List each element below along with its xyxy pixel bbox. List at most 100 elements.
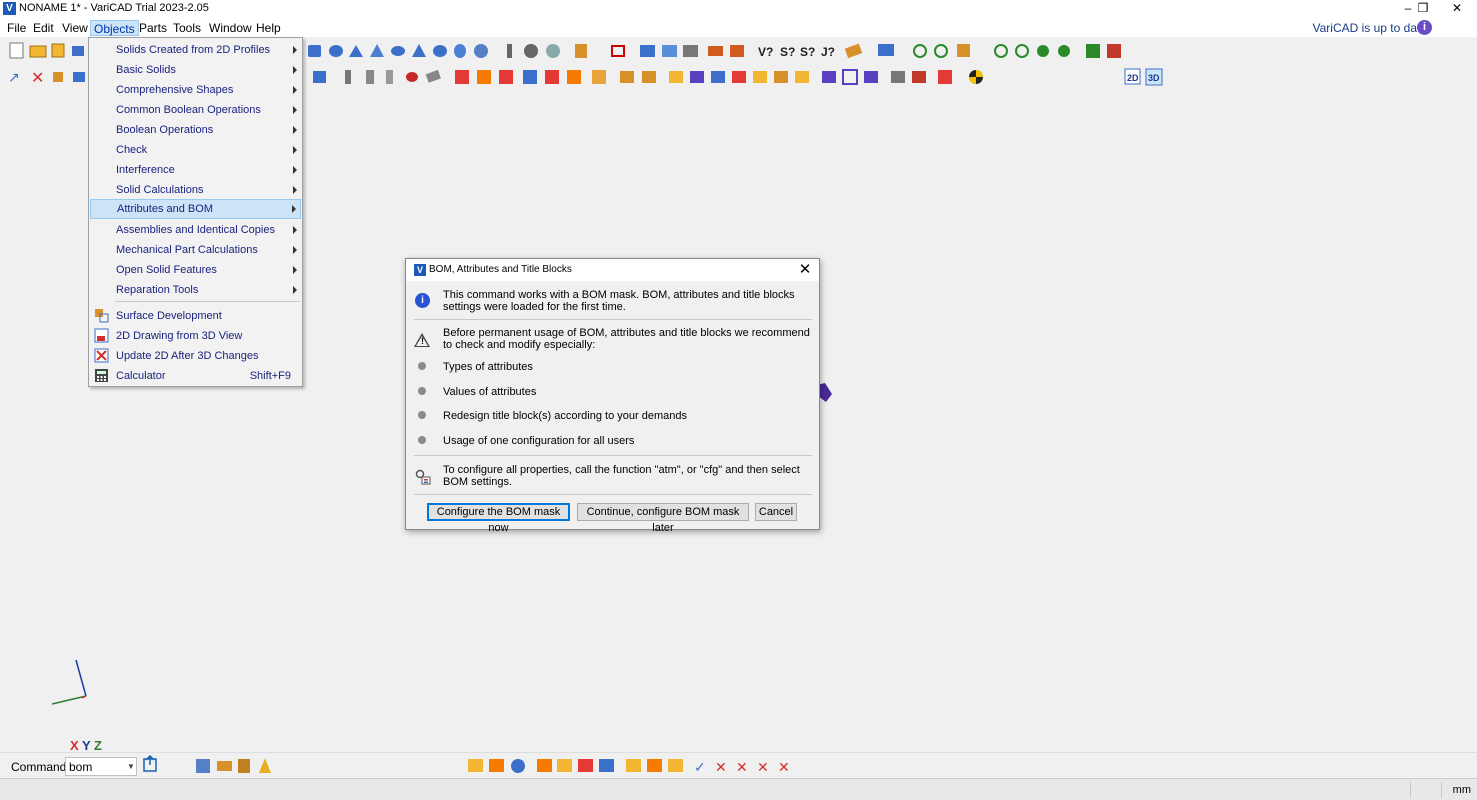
svg-text:↗: ↗ [8,69,20,85]
menu-item-label: Surface Development [116,310,222,322]
submenu-arrow-icon [293,126,297,134]
status-separator [1441,782,1442,798]
svg-text:J?: J? [821,45,835,59]
menu-item-label: Basic Solids [116,64,176,76]
chevron-down-icon[interactable]: ▼ [127,762,135,771]
axis-x-label: X [70,738,79,753]
varicad-logo-icon: V [3,2,16,15]
bullet-icon [418,362,426,370]
window-title: NONAME 1* - VariCAD Trial 2023-2.05 [19,2,209,14]
menu-item-label: Solids Created from 2D Profiles [116,44,271,56]
update-info-icon[interactable]: i [1417,20,1432,35]
calculator-icon [95,369,108,382]
menu-view[interactable]: View [59,20,91,36]
axis-z-label: Z [94,738,102,753]
menu-item-label: Open Solid Features [116,264,217,276]
configure-later-button[interactable]: Continue, configure BOM mask later [577,503,749,534]
menu-window[interactable]: Window [206,20,255,36]
menu-item-calculator[interactable]: Calculator Shift+F9 [90,366,301,386]
svg-text:S?: S? [800,45,815,59]
menu-item-label: Boolean Operations [116,124,214,136]
svg-text:✕: ✕ [31,70,44,87]
bullet-item: Usage of one configuration for all users [443,435,635,447]
submenu-arrow-icon [293,246,297,254]
menu-item-common-boolean[interactable]: Common Boolean Operations [90,100,301,120]
menu-item-comprehensive-shapes[interactable]: Comprehensive Shapes [90,80,301,100]
view-toolbar-icons[interactable] [878,44,1121,58]
menu-item-label: Assemblies and Identical Copies [116,224,275,236]
menu-item-basic-solids[interactable]: Basic Solids [90,60,301,80]
bom-dialog: V BOM, Attributes and Title Blocks ✕ i T… [405,258,820,534]
menu-item-solids-from-2d[interactable]: Solids Created from 2D Profiles [90,40,301,60]
bullet-icon [418,387,426,395]
svg-text:✕: ✕ [757,759,769,775]
check-toolbar-icons[interactable]: V? S? S? J? [758,43,863,59]
menu-item-check[interactable]: Check [90,140,301,160]
edit-toolbar-icons[interactable]: ↗ ✕ [8,69,85,87]
bullet-icon [418,436,426,444]
menu-item-shortcut: Shift+F9 [249,370,291,382]
file-toolbar-icons[interactable] [9,42,84,59]
bottom-tools-icons[interactable]: ✓ ✕ ✕ ✕ ✕ [468,759,790,775]
menu-edit[interactable]: Edit [30,20,57,36]
dialog-separator [414,494,812,495]
submenu-arrow-icon [293,286,297,294]
modify-toolbar-icons[interactable] [313,69,983,85]
menu-item-assemblies[interactable]: Assemblies and Identical Copies [90,220,301,240]
2d-3d-switch-icons[interactable]: 2D 3D [1124,68,1163,86]
menu-item-reparation-tools[interactable]: Reparation Tools [90,280,301,300]
menu-item-label: Solid Calculations [116,184,204,196]
menu-item-label: Check [116,144,148,156]
cancel-button[interactable]: Cancel [755,503,797,521]
menu-item-surface-development[interactable]: Surface Development [90,306,301,326]
menu-item-solid-calculations[interactable]: Solid Calculations [90,180,301,200]
menu-objects[interactable]: Objects [90,20,139,36]
submenu-arrow-icon [293,86,297,94]
axis-triad-icon [51,659,87,705]
menu-help[interactable]: Help [253,20,284,36]
menu-item-2d-drawing-from-3d[interactable]: 2D Drawing from 3D View [90,326,301,346]
dialog-title-bar[interactable]: V BOM, Attributes and Title Blocks ✕ [406,259,819,281]
svg-text:3D: 3D [1148,73,1160,83]
svg-text:✕: ✕ [778,759,790,775]
bullet-icon [418,411,426,419]
submenu-arrow-icon [293,66,297,74]
menu-item-mechanical-calcs[interactable]: Mechanical Part Calculations [90,240,301,260]
menu-tools[interactable]: Tools [170,20,204,36]
menu-item-open-solid-features[interactable]: Open Solid Features [90,260,301,280]
submenu-arrow-icon [293,186,297,194]
submenu-arrow-icon [293,106,297,114]
menu-item-attributes-bom[interactable]: Attributes and BOM [90,199,301,219]
axis-y-label: Y [82,738,91,753]
warning-mark: ! [421,336,424,346]
svg-text:2D: 2D [1127,73,1139,83]
configuration-icon [415,469,431,485]
configure-now-button[interactable]: Configure the BOM mask now [427,503,570,534]
command-submit-icon[interactable] [143,754,157,772]
svg-text:✕: ✕ [715,759,727,775]
solid-shapes-toolbar-icons[interactable] [308,44,744,58]
units-indicator[interactable]: mm [1453,784,1471,796]
info-icon: i [415,293,430,308]
drawing-from-3d-icon [94,328,109,343]
menu-item-update-2d[interactable]: Update 2D After 3D Changes [90,346,301,366]
menu-item-boolean-operations[interactable]: Boolean Operations [90,120,301,140]
menu-bar: File Edit View Objects Parts Tools Windo… [0,18,1477,37]
surface-development-icon [95,309,109,323]
dialog-close-button[interactable]: ✕ [796,261,814,279]
restore-button[interactable]: ❐ [1406,0,1440,18]
menu-parts[interactable]: Parts [136,20,170,36]
menu-separator [115,301,300,302]
command-label: Command: [11,760,70,774]
close-window-button[interactable]: ✕ [1440,0,1474,18]
dialog-warning-text: Before permanent usage of BOM, attribute… [443,327,810,351]
title-bar: V NONAME 1* - VariCAD Trial 2023-2.05 – … [0,0,1477,18]
menu-item-interference[interactable]: Interference [90,160,301,180]
varicad-logo-icon: V [414,264,426,276]
quick-solids-icons[interactable] [196,758,271,773]
menu-item-label: Mechanical Part Calculations [116,244,258,256]
submenu-arrow-icon [293,226,297,234]
status-bar: mm [0,778,1477,800]
bullet-item: Values of attributes [443,386,537,398]
menu-file[interactable]: File [4,20,29,36]
